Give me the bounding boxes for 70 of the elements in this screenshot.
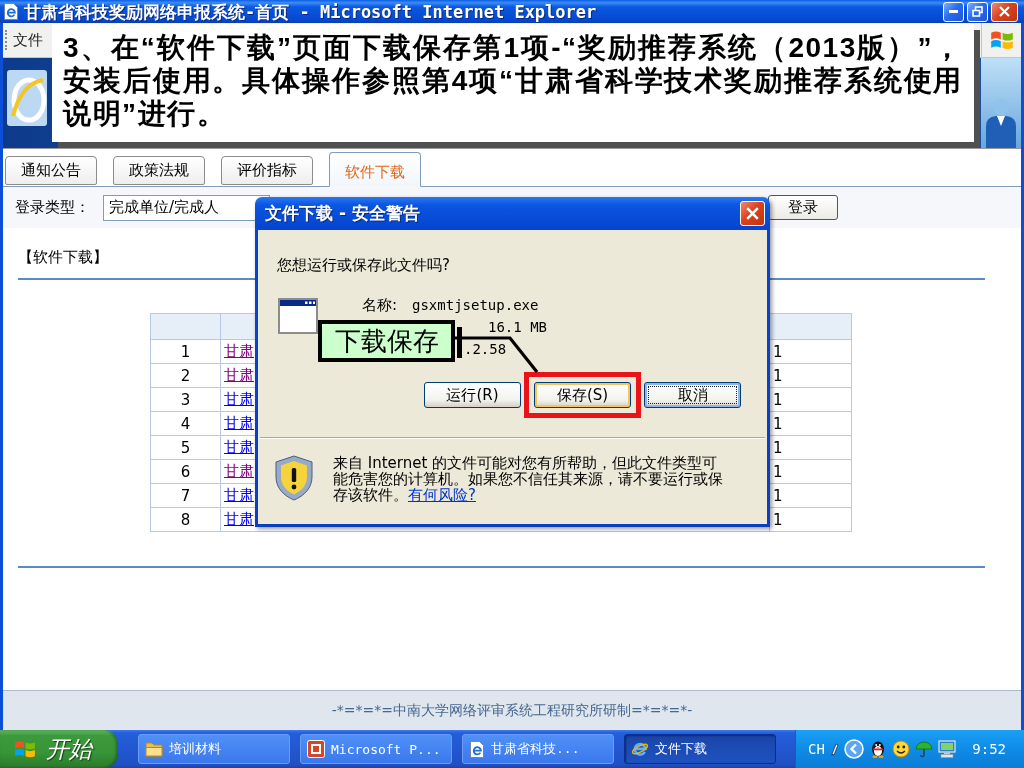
flag-icon (14, 738, 36, 760)
table-cell: 1 (151, 340, 221, 364)
tab[interactable]: 政策法规 (113, 156, 205, 185)
field-value: .2.58 (464, 341, 507, 357)
smiley-icon[interactable] (891, 740, 910, 758)
taskbar-label: 甘肃省科技... (491, 740, 580, 758)
table-cell: 3 (151, 388, 221, 412)
folder-icon (145, 741, 163, 757)
warning-shield-icon (275, 455, 313, 501)
window-icon (278, 298, 318, 334)
language-indicator[interactable]: CH (808, 741, 825, 757)
restore-button[interactable] (967, 1, 988, 22)
file-link[interactable]: 甘肃 (224, 390, 254, 409)
table-cell: 5 (151, 436, 221, 460)
file-link[interactable]: 甘肃 (224, 462, 254, 481)
dialog-button[interactable]: 取消 (644, 382, 741, 408)
file-link[interactable]: 甘肃 (224, 366, 254, 385)
section-title: 【软件下载】 (18, 249, 108, 265)
monitor-icon[interactable] (937, 740, 956, 758)
dialog-button[interactable]: 运行(R) (424, 382, 521, 408)
file-link[interactable]: 甘肃 (224, 342, 254, 361)
taskbar-button[interactable]: 甘肃省科技... (462, 734, 614, 764)
field-value: 16.1 MB (488, 319, 547, 335)
file-link[interactable]: 甘肃 (224, 438, 254, 457)
file-link[interactable]: 甘肃 (224, 510, 254, 529)
table-cell: 4 (151, 412, 221, 436)
table-cell: 8 (151, 508, 221, 532)
table-cell: 6 (151, 460, 221, 484)
presentation-icon (307, 740, 325, 758)
close-button[interactable] (991, 1, 1018, 22)
logo-icon (7, 70, 47, 126)
menu-item[interactable]: 文件 (13, 30, 43, 50)
question-text: 您想运行或保存此文件吗? (277, 256, 450, 274)
clock: 9:52 (972, 741, 1006, 757)
login-button[interactable]: 登录 (768, 195, 838, 220)
close-icon[interactable] (746, 207, 759, 220)
close-icon[interactable] (999, 6, 1010, 17)
file-link[interactable]: 甘肃 (224, 414, 254, 433)
dialog-button[interactable]: 保存(S) (534, 382, 631, 408)
close-button[interactable] (740, 201, 765, 226)
field-label: 名称: (362, 297, 399, 313)
field-label: 登录类型： (15, 198, 90, 217)
tab[interactable]: 通知公告 (5, 156, 97, 185)
browser-page-icon (469, 740, 485, 758)
table-cell: 2 (151, 364, 221, 388)
start-button[interactable]: 开始 (0, 730, 118, 768)
minimize-button[interactable] (943, 1, 964, 22)
taskbar-button[interactable]: Microsoft P... (300, 734, 452, 764)
taskbar-label: 文件下载 (655, 740, 707, 758)
annotation-label: 下载保存 (318, 320, 455, 362)
table-cell: 7 (151, 484, 221, 508)
taskbar-label: 培训材料 (169, 740, 221, 758)
risk-link[interactable]: 有何风险? (408, 486, 476, 504)
taskbar-button[interactable]: 文件下载 (624, 734, 776, 764)
pencil-icon[interactable] (829, 742, 839, 756)
restore-icon[interactable] (972, 6, 983, 17)
browser-icon (631, 740, 649, 758)
taskbar-label: Microsoft P... (331, 741, 441, 757)
window-title: 甘肃省科技奖励网络申报系统-首页 - Microsoft Internet Explorer (24, 1, 597, 22)
taskbar-button[interactable]: 培训材料 (138, 734, 290, 764)
footer-text: -*=*=*=中南大学网络评审系统工程研究所研制=*=*=*- (331, 701, 693, 720)
pointer-bar (457, 327, 462, 358)
field-value: gsxmtjsetup.exe (412, 297, 539, 313)
warning-text: 来自 Internet 的文件可能对您有所帮助，但此文件类型可能危害您的计算机。如果您不信任其来源，请不要运行或保存该软件。有何风险? (333, 455, 724, 503)
start-label: 开始 (46, 734, 92, 764)
chevron-icon[interactable] (843, 739, 864, 759)
tab[interactable]: 评价指标 (221, 156, 313, 185)
file-link[interactable]: 甘肃 (224, 486, 254, 505)
browser-page-icon (3, 3, 19, 20)
toolbar-grip[interactable] (5, 30, 8, 50)
